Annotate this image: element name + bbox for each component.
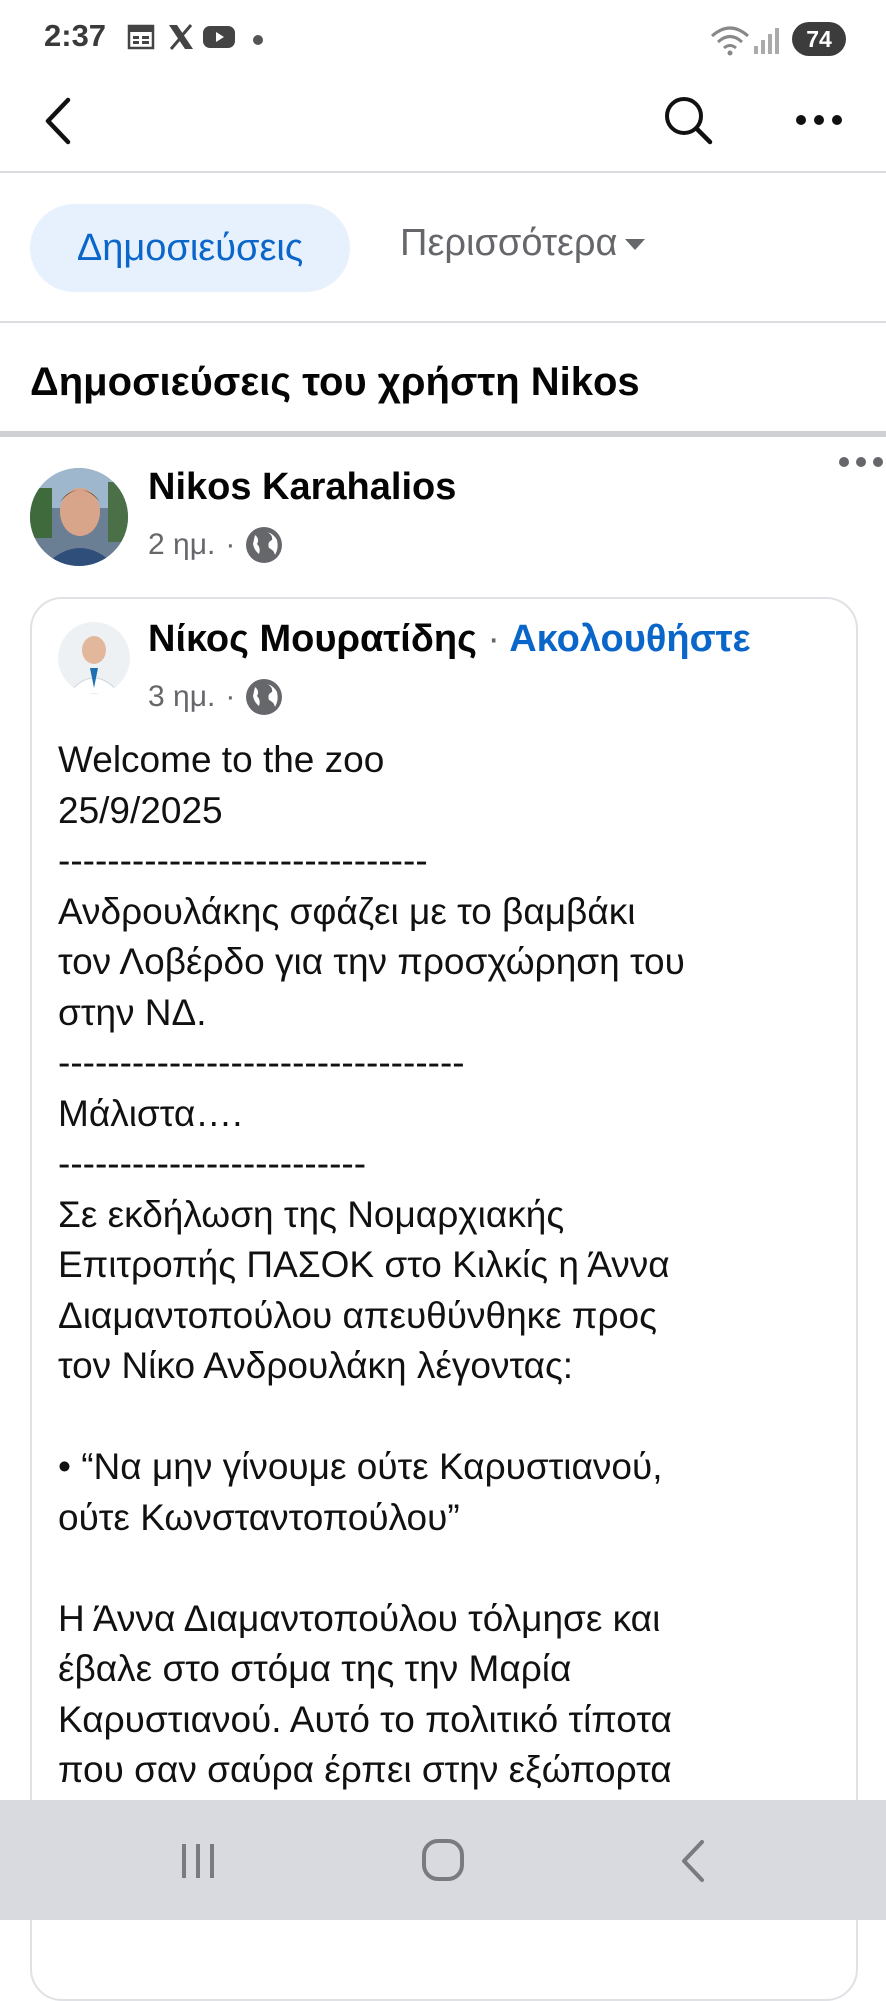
post-text-line: τον Λοβέρδο για την προσχώρηση του xyxy=(58,941,685,982)
globe-icon xyxy=(246,679,283,715)
search-icon[interactable] xyxy=(662,94,714,146)
status-time: 2:37 xyxy=(44,18,107,53)
calendar-icon xyxy=(127,24,155,50)
system-back-icon[interactable] xyxy=(674,1838,714,1884)
post-text-line: Welcome to the zoo xyxy=(58,739,385,780)
avatar[interactable] xyxy=(30,468,128,566)
post-author[interactable]: Nikos Karahalios xyxy=(148,466,456,509)
battery-indicator: 74 xyxy=(792,22,846,56)
youtube-icon xyxy=(203,26,235,48)
post-text-line: 25/9/2025 xyxy=(58,789,223,831)
dot-icon xyxy=(253,35,263,45)
meta-separator: · xyxy=(225,528,236,561)
more-icon[interactable] xyxy=(794,110,844,130)
post-text-line: τον Νίκο Ανδρουλάκη λέγοντας: xyxy=(58,1345,574,1386)
post-text-line: ούτε Κωνσταντοπούλου” xyxy=(58,1496,460,1538)
toolbar-divider xyxy=(0,171,886,173)
tab-posts-label: Δημοσιεύσεις xyxy=(76,226,304,269)
post-text-line: Διαμαντοπούλου απευθύνθηκε προς xyxy=(58,1294,657,1336)
tab-more-label: Περισσότερα xyxy=(400,222,618,264)
post-text-line: στην ΝΔ. xyxy=(58,991,207,1033)
home-icon[interactable] xyxy=(420,1837,466,1883)
signal-icon xyxy=(754,28,779,54)
section-divider xyxy=(0,431,886,437)
post-text-line xyxy=(58,1543,838,1594)
post-text: Welcome to the zoo 25/9/2025 -----------… xyxy=(58,735,838,1796)
post-text-line: που σαν σαύρα έρπει στην εξώπορτα xyxy=(58,1749,672,1790)
x-logo-icon xyxy=(169,24,193,50)
section-title: Δημοσιεύσεις του χρήστη Nikos xyxy=(30,360,640,404)
post-text-line: --------------------------------- xyxy=(58,1042,465,1083)
post-text-line xyxy=(58,1392,838,1443)
post-text-line: • “Να μην γίνουμε ούτε Καρυστιανού, xyxy=(58,1446,663,1487)
avatar-image xyxy=(30,468,128,566)
post-meta: 2 ημ. · xyxy=(148,526,283,564)
shared-meta: 3 ημ. · xyxy=(148,678,283,716)
shared-author[interactable]: Νίκος Μουρατίδης xyxy=(148,618,477,660)
post-text-line: Ανδρουλάκης σφάζει με το βαμβάκι xyxy=(58,890,636,932)
caret-down-icon xyxy=(625,238,646,250)
tab-more[interactable]: Περισσότερα xyxy=(400,222,647,265)
shared-separator: · xyxy=(487,618,501,660)
tab-posts[interactable]: Δημοσιεύσεις xyxy=(30,204,350,292)
tabs-divider xyxy=(0,321,886,323)
wifi-icon xyxy=(711,26,749,56)
follow-button[interactable]: Ακολουθήστε xyxy=(509,618,750,660)
post-text-line: Καρυστιανού. Αυτό το πολιτικό τίποτα xyxy=(58,1698,672,1740)
post-text-line: Σε εκδήλωση της Νομαρχιακής xyxy=(58,1193,565,1235)
post-text-line: Μάλιστα…. xyxy=(58,1092,243,1134)
shared-avatar[interactable] xyxy=(58,622,130,694)
back-icon[interactable] xyxy=(40,96,76,146)
post-text-line: έβαλε στο στόμα της την Μαρία xyxy=(58,1648,572,1689)
system-nav-bar xyxy=(0,1800,886,1920)
globe-icon xyxy=(246,527,283,563)
post-time[interactable]: 2 ημ. xyxy=(148,528,215,562)
meta-separator: · xyxy=(225,680,236,713)
shared-avatar-image xyxy=(58,622,130,694)
recents-icon[interactable] xyxy=(176,1838,220,1882)
post-text-line: Η Άννα Διαμαντοπούλου τόλμησε και xyxy=(58,1597,661,1639)
post-more-icon[interactable] xyxy=(838,454,884,470)
post-text-line: ------------------------------ xyxy=(58,840,428,881)
post-text-line: Επιτροπής ΠΑΣΟΚ στο Κιλκίς η Άννα xyxy=(58,1244,670,1285)
post-text-line: ------------------------- xyxy=(58,1143,367,1184)
shared-time[interactable]: 3 ημ. xyxy=(148,680,215,714)
shared-header: Νίκος Μουρατίδης · Ακολουθήστε xyxy=(148,618,751,661)
